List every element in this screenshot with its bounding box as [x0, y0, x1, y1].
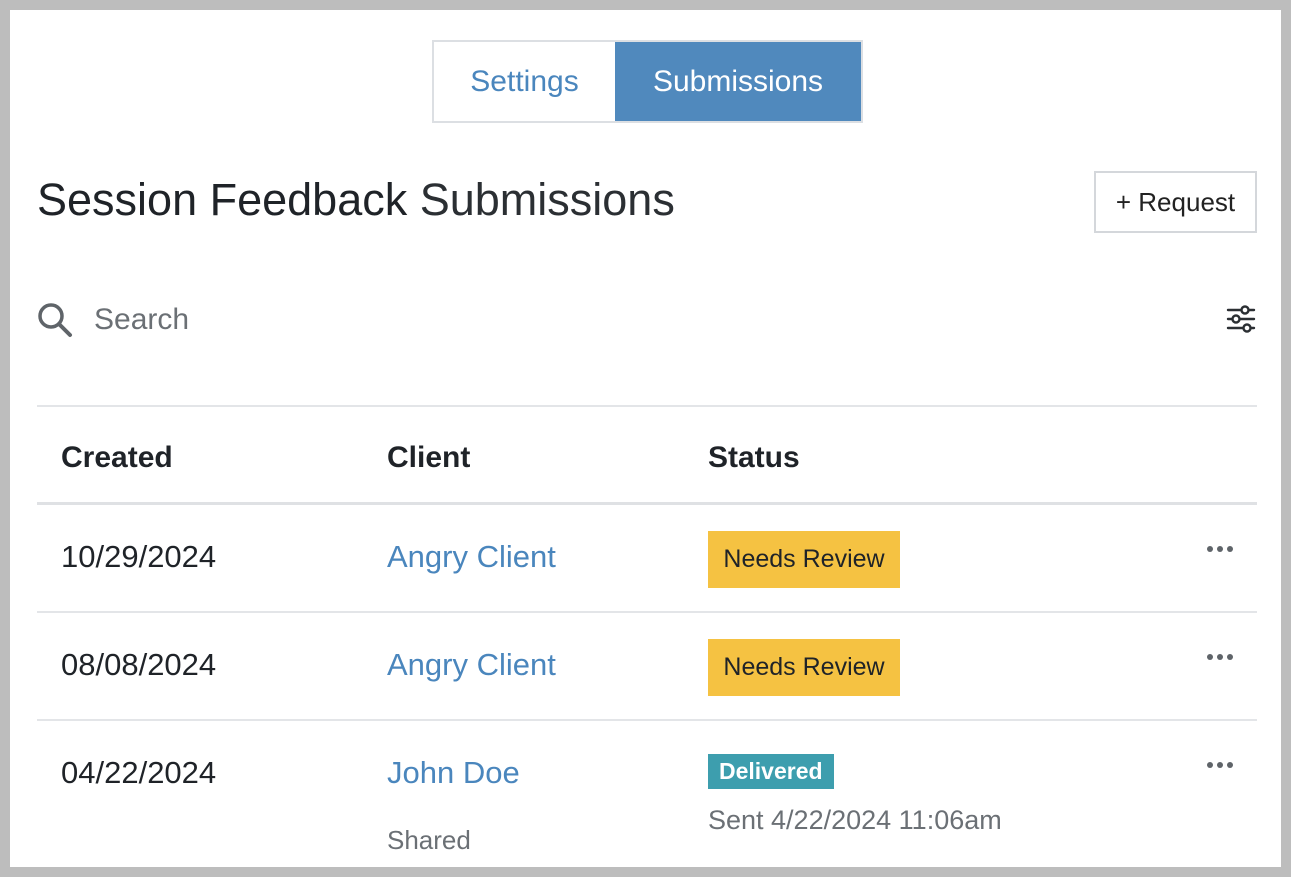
status-badge: Delivered — [708, 754, 834, 789]
request-button[interactable]: + Request — [1094, 171, 1257, 233]
tab-bar: Settings Submissions — [432, 40, 863, 123]
page-title: Session Feedback Submissions — [37, 174, 675, 226]
page-title-strong: Session Feedback — [37, 174, 408, 225]
sent-timestamp: Sent 4/22/2024 11:06am — [708, 805, 1002, 835]
created-date: 10/29/2024 — [61, 539, 217, 574]
status-badge: Needs Review — [708, 531, 900, 588]
table-header: Created Client Status — [37, 405, 1257, 505]
status-badge: Needs Review — [708, 639, 900, 696]
shared-label: Shared — [387, 825, 471, 855]
page-title-light: Submissions — [419, 174, 675, 225]
tab-settings[interactable]: Settings — [434, 42, 615, 121]
created-date: 04/22/2024 — [61, 755, 217, 790]
column-header-status[interactable]: Status — [708, 441, 800, 475]
more-horizontal-icon[interactable] — [1205, 543, 1235, 555]
submissions-table: Created Client Status 10/29/2024 Angry C… — [37, 405, 1257, 867]
column-header-client[interactable]: Client — [387, 441, 470, 475]
more-horizontal-icon[interactable] — [1205, 651, 1235, 663]
client-link[interactable]: Angry Client — [387, 539, 556, 575]
tab-submissions[interactable]: Submissions — [615, 42, 861, 121]
search-input[interactable] — [94, 298, 594, 342]
table-row: 04/22/2024 John Doe Shared Delivered Sen… — [37, 721, 1257, 867]
search-icon — [38, 303, 72, 337]
created-date: 08/08/2024 — [61, 647, 217, 682]
panel: Settings Submissions Session Feedback Su… — [10, 10, 1281, 867]
more-horizontal-icon[interactable] — [1205, 759, 1235, 771]
table-row: 10/29/2024 Angry Client Needs Review — [37, 505, 1257, 613]
sliders-icon[interactable] — [1225, 303, 1257, 335]
client-link[interactable]: John Doe — [387, 755, 520, 791]
column-header-created[interactable]: Created — [61, 441, 173, 475]
table-row: 08/08/2024 Angry Client Needs Review — [37, 613, 1257, 721]
client-link[interactable]: Angry Client — [387, 647, 556, 683]
